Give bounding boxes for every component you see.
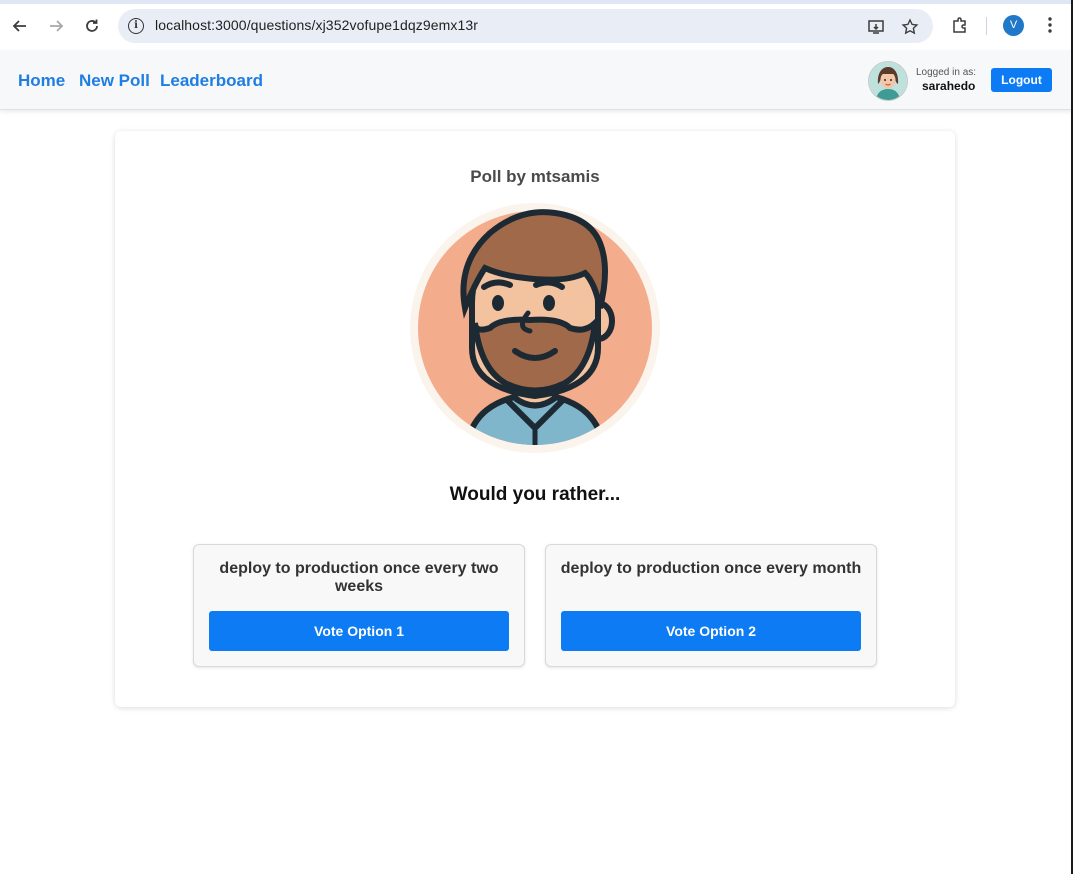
option-1-text: deploy to production once every two week… [219, 560, 499, 595]
back-icon[interactable] [8, 14, 32, 38]
logged-in-username: sarahedo [922, 79, 976, 93]
bookmark-star-icon[interactable] [900, 17, 920, 37]
extensions-icon[interactable] [950, 15, 970, 35]
tab-strip-edge [0, 0, 1073, 4]
forward-icon[interactable] [44, 14, 68, 38]
poll-author-heading: Poll by mtsamis [470, 167, 600, 186]
reload-icon[interactable] [80, 14, 104, 38]
site-info-icon[interactable]: i [128, 18, 144, 34]
vote-option-1-button[interactable]: Vote Option 1 [209, 611, 509, 651]
profile-avatar[interactable]: V [1003, 15, 1024, 36]
nav-link-new-poll[interactable]: New Poll [79, 71, 150, 91]
logged-in-label: Logged in as: [916, 67, 977, 78]
menu-kebab-icon[interactable] [1040, 15, 1060, 35]
install-app-icon[interactable] [866, 17, 886, 37]
nav-link-home[interactable]: Home [18, 71, 65, 91]
author-avatar [410, 203, 660, 453]
nav-link-leaderboard[interactable]: Leaderboard [160, 71, 263, 91]
vote-option-2-button[interactable]: Vote Option 2 [561, 611, 861, 651]
option-2-text: deploy to production once every month [560, 560, 862, 577]
url-text[interactable]: localhost:3000/questions/xj352vofupe1dqz… [155, 17, 478, 33]
logout-button[interactable]: Logout [991, 68, 1052, 92]
browser-toolbar: i localhost:3000/questions/xj352vofupe1d… [0, 0, 1073, 51]
app-navbar: Home New Poll Leaderboard Logged in as: … [0, 50, 1073, 110]
toolbar-separator [986, 17, 987, 35]
poll-option-1: deploy to production once every two week… [193, 544, 525, 667]
poll-card: Poll by mtsamis Would you rather... depl… [115, 131, 955, 707]
address-bar[interactable]: i localhost:3000/questions/xj352vofupe1d… [118, 9, 933, 43]
question-heading: Would you rather... [449, 484, 621, 505]
poll-option-2: deploy to production once every month Vo… [545, 544, 877, 667]
user-avatar [868, 61, 908, 101]
